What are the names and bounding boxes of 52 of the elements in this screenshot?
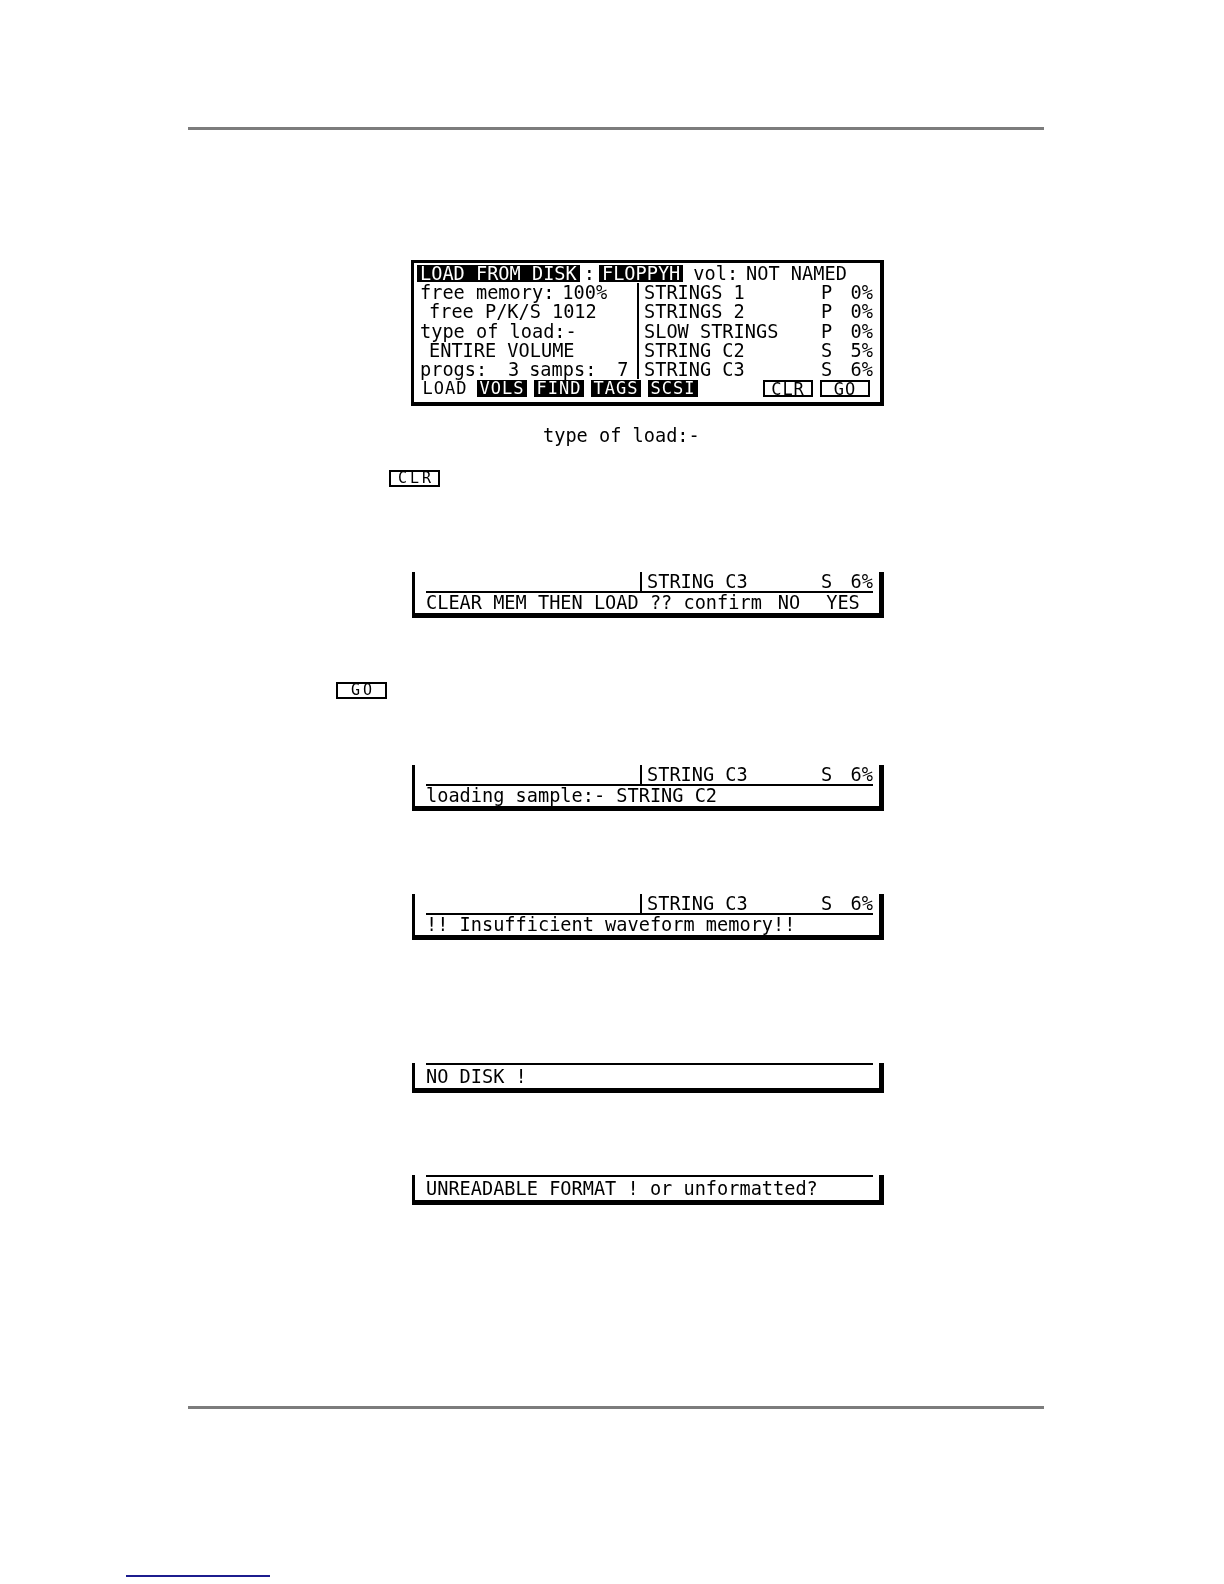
count-value: 7 (616, 359, 629, 380)
item-size: 6% (849, 764, 873, 784)
message-text: NO DISK ! (426, 1066, 527, 1086)
item-category: P (821, 283, 833, 303)
item-name: STRING C3 (646, 893, 749, 913)
item-category: S (821, 359, 833, 380)
soft-key-tab[interactable]: TAGS (591, 380, 641, 398)
volume-label: vol: (693, 264, 739, 284)
item-size: 0% (849, 302, 873, 322)
item-category: P (821, 321, 833, 341)
item-name: STRINGS 2 (644, 302, 746, 322)
count-label: samps: (529, 359, 597, 380)
item-size: 5% (849, 340, 873, 360)
item-name: STRING C3 (646, 571, 749, 591)
item-category: P (821, 302, 833, 322)
slots-label: free P/K/S (429, 302, 541, 322)
item-name: STRING C2 (644, 340, 746, 360)
slots-value: 1012 (551, 302, 597, 322)
soft-key-button[interactable]: CLR (763, 380, 813, 398)
volume-name: NOT NAMED (746, 264, 847, 284)
count-value: 3 (506, 359, 520, 380)
item-category: S (821, 893, 833, 913)
caption-text: type of load:- (543, 425, 700, 445)
message-text: UNREADABLE FORMAT ! or unformatted? (426, 1178, 818, 1198)
item-name: STRINGS 1 (644, 283, 746, 303)
item-category: S (821, 571, 833, 591)
separator-text: : (582, 264, 596, 284)
memory-value: 100% (562, 283, 608, 303)
soft-key-option[interactable]: NO (777, 593, 801, 613)
soft-key-button[interactable]: GO (820, 380, 870, 398)
soft-key-option[interactable]: YES (826, 593, 860, 613)
count-label: progs: (420, 359, 488, 380)
item-category: S (821, 764, 833, 784)
item-size: 6% (849, 359, 873, 380)
item-name: STRING C3 (644, 359, 746, 380)
message-text: CLEAR MEM THEN LOAD ?? confirm (426, 593, 762, 613)
soft-key-tab[interactable]: SCSI (648, 380, 698, 398)
item-name: SLOW STRINGS (644, 321, 780, 341)
soft-key-tab[interactable]: FIND (534, 380, 584, 398)
drive-name: FLOPPYH (598, 265, 684, 283)
soft-key-tab[interactable]: VOLS (477, 380, 527, 398)
item-name: STRING C3 (646, 764, 749, 784)
item-size: 0% (849, 321, 873, 341)
item-size: 0% (849, 283, 873, 303)
item-size: 6% (849, 571, 873, 591)
load-type-label: type of load:- (420, 321, 577, 341)
message-text: !! Insufficient waveform memory!! (426, 915, 796, 935)
item-category: S (821, 340, 833, 360)
message-text: loading sample:- STRING C2 (426, 786, 718, 806)
item-size: 6% (849, 893, 873, 913)
memory-label: free memory: (420, 283, 555, 303)
screen-title: LOAD FROM DISK (417, 265, 580, 283)
